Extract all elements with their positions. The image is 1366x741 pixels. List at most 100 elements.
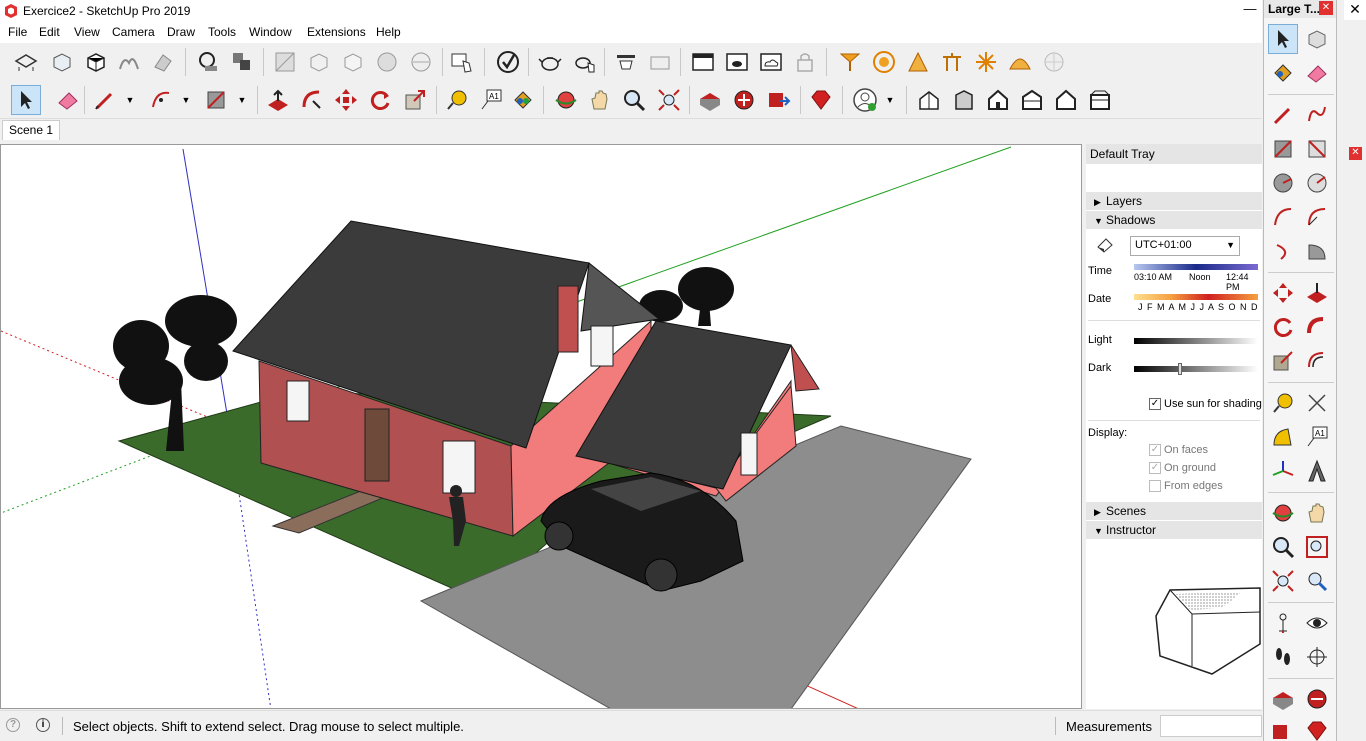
- rectangle-dropdown[interactable]: ▼: [236, 85, 248, 115]
- instructor-section-header[interactable]: ▼ Instructor: [1086, 521, 1262, 539]
- lt-scale-button[interactable]: [1268, 346, 1298, 376]
- tape-measure-button[interactable]: [442, 85, 472, 115]
- lt-zoom-extents-button[interactable]: [1268, 566, 1298, 596]
- menu-edit[interactable]: Edit: [39, 25, 60, 39]
- extension-warehouse-gem-button[interactable]: [806, 85, 836, 115]
- geo-location-icon[interactable]: ?: [6, 718, 20, 732]
- lt-freehand-button[interactable]: [1302, 100, 1332, 130]
- time-slider[interactable]: [1134, 264, 1258, 270]
- lt-preview-button[interactable]: [1268, 716, 1298, 741]
- trimble-connect-button[interactable]: [756, 47, 786, 77]
- from-edges-checkbox[interactable]: [1149, 480, 1161, 492]
- lt-rectangle-button[interactable]: [1268, 134, 1298, 164]
- scenes-section-header[interactable]: ▶ Scenes: [1086, 502, 1262, 520]
- monochrome-button[interactable]: [406, 47, 436, 77]
- arc-dropdown[interactable]: ▼: [180, 85, 192, 115]
- scale-button[interactable]: [400, 85, 430, 115]
- shadow-toggle-icon[interactable]: [1096, 237, 1114, 253]
- layout-button[interactable]: [688, 47, 718, 77]
- hidden-line-button[interactable]: [338, 47, 368, 77]
- xray-button[interactable]: [270, 47, 300, 77]
- lt-share-model-button[interactable]: [1302, 684, 1332, 714]
- preview-model-button[interactable]: [764, 85, 794, 115]
- shadows-section-header[interactable]: ▼ Shadows: [1086, 211, 1262, 229]
- rectangle-button[interactable]: [201, 85, 231, 115]
- lt-line-button[interactable]: [1268, 100, 1298, 130]
- house-view-6-button[interactable]: [1085, 85, 1115, 115]
- house-view-3-button[interactable]: [983, 85, 1013, 115]
- share-component-button[interactable]: [570, 47, 600, 77]
- push-pull-button[interactable]: [263, 85, 293, 115]
- lt-protractor-button[interactable]: [1268, 422, 1298, 452]
- share-model-button[interactable]: [729, 85, 759, 115]
- use-sun-checkbox[interactable]: ✓: [1149, 398, 1161, 410]
- lt-axes-button[interactable]: [1268, 456, 1298, 486]
- protractor-button[interactable]: [903, 47, 933, 77]
- lt-look-around-button[interactable]: [1302, 608, 1332, 638]
- lt-dimension-button[interactable]: [1302, 388, 1332, 418]
- lt-rotated-rectangle-button[interactable]: [1302, 134, 1332, 164]
- account-button[interactable]: [850, 85, 880, 115]
- close-panel-button[interactable]: ✕: [1349, 147, 1362, 160]
- on-faces-checkbox[interactable]: ✓: [1149, 444, 1161, 456]
- 3d-warehouse-button[interactable]: [695, 85, 725, 115]
- dome-button[interactable]: [1005, 47, 1035, 77]
- lt-component-button[interactable]: [1302, 24, 1332, 54]
- pan-button[interactable]: [585, 85, 615, 115]
- large-tools-close-button[interactable]: ✕: [1319, 1, 1333, 15]
- measurements-input[interactable]: [1160, 715, 1262, 737]
- timezone-select[interactable]: UTC+01:00 ▼: [1130, 236, 1240, 256]
- paint-bucket-button[interactable]: [508, 85, 538, 115]
- house-view-2-button[interactable]: [949, 85, 979, 115]
- table-button[interactable]: [937, 47, 967, 77]
- lt-3d-text-button[interactable]: [1302, 456, 1332, 486]
- lt-rotate-button[interactable]: [1268, 312, 1298, 342]
- lt-position-camera-button[interactable]: [1268, 608, 1298, 638]
- sun-button[interactable]: [869, 47, 899, 77]
- lt-polygon-button[interactable]: [1302, 168, 1332, 198]
- dark-slider-thumb[interactable]: [1178, 363, 1182, 375]
- menu-draw[interactable]: Draw: [167, 25, 195, 39]
- scrollbar[interactable]: [1355, 164, 1365, 704]
- minimize-button[interactable]: —: [1243, 0, 1257, 20]
- house-view-4-button[interactable]: [1017, 85, 1047, 115]
- lt-zoom-button[interactable]: [1268, 532, 1298, 562]
- date-slider[interactable]: [1134, 294, 1258, 300]
- lt-walk-button[interactable]: [1268, 642, 1298, 672]
- warehouse-button[interactable]: [535, 47, 565, 77]
- lt-circle-button[interactable]: [1268, 168, 1298, 198]
- move-button[interactable]: [331, 85, 361, 115]
- house-view-1-button[interactable]: [914, 85, 944, 115]
- menu-window[interactable]: Window: [249, 25, 292, 39]
- arc-button[interactable]: [146, 85, 176, 115]
- account-dropdown[interactable]: ▼: [884, 85, 896, 115]
- lt-text-button[interactable]: A1: [1302, 422, 1332, 452]
- on-ground-checkbox[interactable]: ✓: [1149, 462, 1161, 474]
- lt-pie-button[interactable]: [1302, 236, 1332, 266]
- menu-help[interactable]: Help: [376, 25, 401, 39]
- lt-section-plane-button[interactable]: [1302, 642, 1332, 672]
- lt-tape-button[interactable]: [1268, 388, 1298, 418]
- extension-warehouse-button[interactable]: [611, 47, 641, 77]
- scene-tab[interactable]: Scene 1: [2, 120, 61, 140]
- top-view-button[interactable]: [47, 47, 77, 77]
- modeling-viewport[interactable]: [0, 144, 1082, 709]
- menu-camera[interactable]: Camera: [112, 25, 155, 39]
- lt-zoom-window-button[interactable]: [1302, 532, 1332, 562]
- lt-paint-button[interactable]: [1268, 58, 1298, 88]
- orbit-button[interactable]: [551, 85, 581, 115]
- lt-follow-me-button[interactable]: [1302, 312, 1332, 342]
- section-plane-button[interactable]: [835, 47, 865, 77]
- send-to-layout-button[interactable]: [722, 47, 752, 77]
- text-button[interactable]: A1: [476, 85, 506, 115]
- lock-button[interactable]: [790, 47, 820, 77]
- iso-view-button[interactable]: [11, 47, 41, 77]
- lt-eraser-button[interactable]: [1302, 58, 1332, 88]
- union-button[interactable]: [227, 47, 257, 77]
- dark-slider[interactable]: [1134, 366, 1258, 372]
- lt-previous-view-button[interactable]: [1302, 566, 1332, 596]
- lt-pan-button[interactable]: [1302, 498, 1332, 528]
- smoove-button[interactable]: [148, 47, 178, 77]
- info-icon[interactable]: i: [36, 718, 50, 732]
- validate-button[interactable]: [493, 47, 523, 77]
